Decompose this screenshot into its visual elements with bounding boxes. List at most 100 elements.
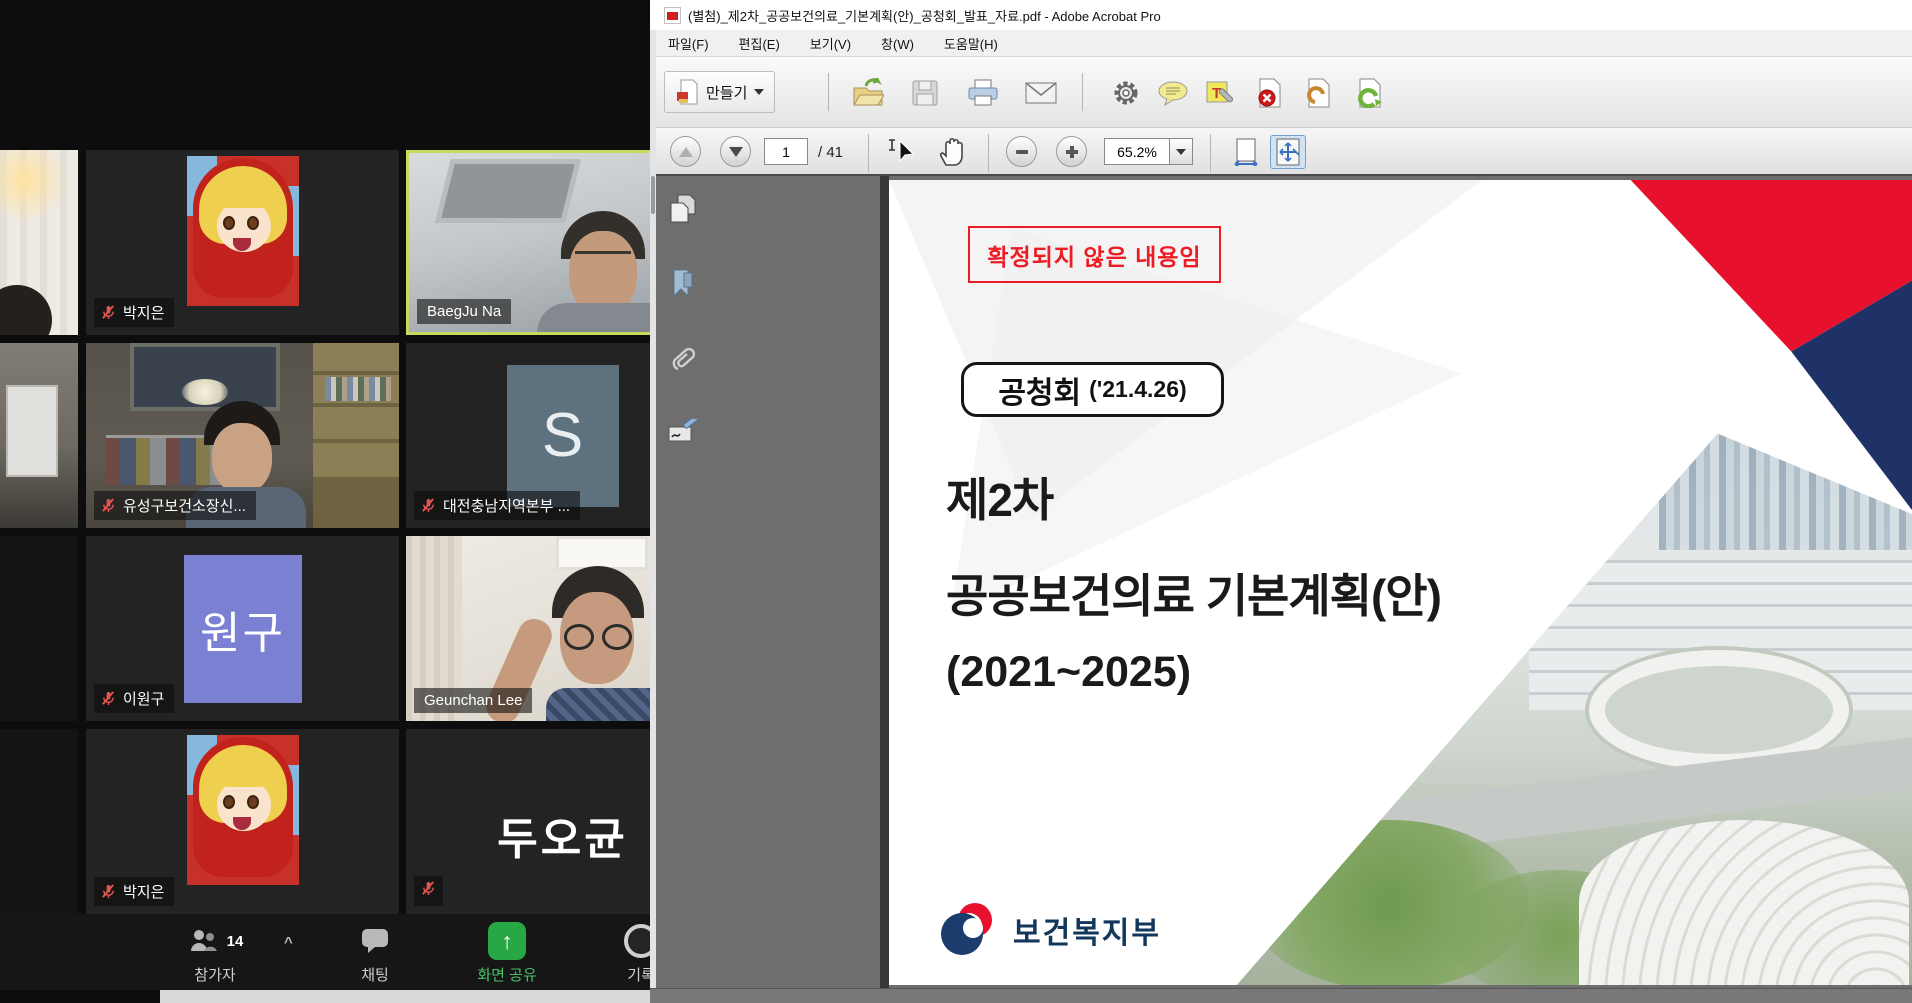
settings-button[interactable] [1106, 73, 1146, 113]
doc-attach-button[interactable] [1299, 73, 1339, 113]
doc-attach-icon [1305, 78, 1333, 108]
acrobat-main-toolbar: 만들기 [650, 57, 1912, 128]
page-down-button[interactable] [720, 136, 751, 167]
participant-name: 유성구보건소장신... [123, 495, 246, 516]
attachments-panel-button[interactable] [666, 339, 700, 377]
navigation-pane [656, 176, 708, 988]
window-title: (별첨)_제2차_공공보건의료_기본계획(안)_공청회_발표_자료.pdf - … [688, 6, 1161, 25]
zoom-dropdown-button[interactable] [1169, 138, 1193, 165]
participant-name-label: 대전충남지역본부 ... [414, 491, 580, 520]
print-button[interactable] [963, 73, 1003, 113]
slide-title-line1: 제2차 [946, 464, 1053, 530]
pages-panel-button[interactable] [666, 190, 700, 228]
ceiling-panel [435, 159, 581, 223]
select-tool-button[interactable] [882, 132, 922, 172]
up-arrow-glyph: ↑ [501, 928, 513, 955]
menu-help[interactable]: 도움말(H) [944, 34, 998, 53]
doc-delete-button[interactable] [1250, 73, 1290, 113]
menu-file[interactable]: 파일(F) [668, 34, 709, 53]
open-button[interactable] [848, 73, 888, 113]
avatar-eye [247, 216, 259, 230]
toolbar-separator [1082, 73, 1083, 111]
person-glasses [564, 624, 594, 650]
hand-tool-button[interactable] [932, 132, 972, 172]
select-tool-icon [888, 137, 916, 167]
acrobat-nav-toolbar: / 41 [650, 128, 1912, 176]
video-tile-partial-dimroom[interactable] [0, 343, 78, 528]
pdf-page: 확정되지 않은 내용임 공청회 ('21.4.26) 제2차 공공보건의료 기본… [889, 180, 1912, 985]
page-edge-shadow [880, 176, 889, 988]
gear-icon [1112, 79, 1140, 107]
chat-label: 채팅 [310, 964, 440, 985]
person-face [212, 423, 272, 493]
avatar-image [187, 156, 299, 306]
participant-name: 대전충남지역본부 ... [443, 495, 570, 516]
save-icon [911, 79, 939, 107]
avatar-eye [247, 795, 259, 809]
signatures-panel-button[interactable] [666, 414, 700, 452]
page-up-button[interactable] [670, 136, 701, 167]
toolbar-separator [828, 73, 829, 111]
zoom-level-input[interactable] [1104, 138, 1170, 165]
video-tile-parkjieun-2[interactable]: 박지은 [86, 729, 399, 914]
toolbar-separator [988, 134, 989, 172]
video-tile-partial-empty[interactable] [0, 536, 78, 721]
video-tile-parkjieun-1[interactable]: 박지은 [86, 150, 399, 335]
email-button[interactable] [1021, 73, 1061, 113]
screen: 박지은 BaegJu Na [0, 0, 1912, 1003]
video-tile-partial-curtain[interactable] [0, 150, 78, 335]
mute-indicator [414, 876, 443, 906]
mic-muted-icon [101, 691, 116, 706]
fit-page-button[interactable] [1270, 135, 1306, 169]
avatar-text: 원구 [200, 597, 285, 661]
participant-name-label: 이원구 [94, 684, 174, 713]
acrobat-window: (별첨)_제2차_공공보건의료_기본계획(안)_공청회_발표_자료.pdf - … [650, 0, 1912, 1003]
create-pdf-button[interactable]: 만들기 [664, 71, 775, 113]
chat-button[interactable]: 채팅 [310, 920, 440, 985]
participant-name: 박지은 [123, 881, 164, 902]
share-screen-icon: ↑ [488, 922, 526, 960]
menu-window[interactable]: 창(W) [881, 34, 914, 53]
zoom-control-bar: 14 참가자 ^ 채팅 ↑ 화면 공유 기록 [0, 914, 660, 990]
participants-caret[interactable]: ^ [284, 934, 293, 951]
border-drag-handle[interactable] [651, 176, 655, 214]
share-screen-button[interactable]: ↑ 화면 공유 [442, 920, 572, 985]
acrobat-bottom-edge [650, 988, 1912, 1003]
comment-icon [1157, 80, 1189, 106]
page-number-input[interactable] [764, 138, 808, 165]
fit-width-button[interactable] [1228, 135, 1264, 169]
comment-button[interactable] [1153, 73, 1193, 113]
books [325, 377, 391, 401]
zoom-out-icon [1015, 145, 1029, 159]
menu-edit[interactable]: 편집(E) [739, 34, 780, 53]
participants-button[interactable]: 14 참가자 [150, 920, 280, 985]
zoom-out-button[interactable] [1006, 136, 1037, 167]
page-down-icon [729, 147, 743, 157]
slide-title-line2: 공공보건의료 기본계획(안) [946, 560, 1441, 626]
video-tile-leewongu[interactable]: 원구 이원구 [86, 536, 399, 721]
zoom-meeting-window: 박지은 BaegJu Na [0, 0, 660, 1003]
video-tile-yuseong[interactable]: 유성구보건소장신... [86, 343, 399, 528]
zoom-in-button[interactable] [1056, 136, 1087, 167]
text-edit-icon: T [1206, 79, 1236, 107]
video-tile-partial-empty[interactable] [0, 729, 78, 914]
save-button[interactable] [905, 73, 945, 113]
acrobat-menu-bar: 파일(F) 편집(E) 보기(V) 창(W) 도움말(H) [650, 30, 1912, 57]
email-icon [1025, 81, 1057, 105]
text-avatar: 원구 [184, 555, 302, 703]
fit-width-icon [1234, 138, 1258, 166]
chevron-down-icon [1176, 149, 1186, 155]
warning-box: 확정되지 않은 내용임 [968, 226, 1221, 283]
mic-muted-icon [101, 305, 116, 320]
menu-view[interactable]: 보기(V) [810, 34, 851, 53]
acrobat-title-bar[interactable]: (별첨)_제2차_공공보건의료_기본계획(안)_공청회_발표_자료.pdf - … [650, 0, 1912, 30]
participants-count: 14 [227, 933, 244, 950]
participants-icon [187, 927, 221, 955]
window-left-border [650, 30, 656, 988]
doc-export-button[interactable] [1349, 73, 1389, 113]
bookmarks-panel-button[interactable] [666, 264, 700, 302]
text-edit-button[interactable]: T [1201, 73, 1241, 113]
participant-name-label: Geunchan Lee [414, 688, 532, 713]
chevron-down-icon [754, 89, 764, 95]
acrobat-document-area: 확정되지 않은 내용임 공청회 ('21.4.26) 제2차 공공보건의료 기본… [650, 176, 1912, 988]
